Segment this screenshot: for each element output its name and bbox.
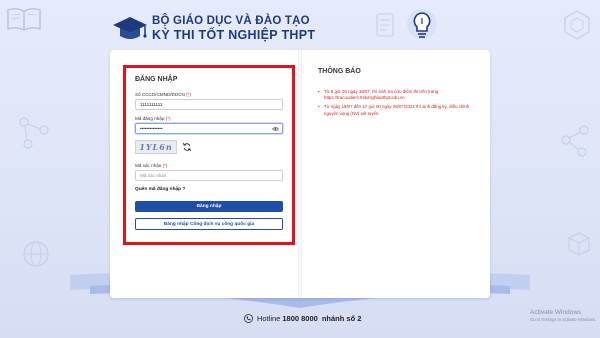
hotline: Hotline 1800 8000 nhánh số 2 — [244, 314, 363, 323]
hotline-suffix: nhánh số 2 — [321, 314, 362, 323]
refresh-icon[interactable] — [182, 142, 192, 152]
molecule-deco-icon — [14, 112, 54, 152]
notice-title: THÔNG BÁO — [318, 68, 361, 75]
exam-title: KỲ THI TỐT NGHIỆP THPT — [152, 28, 316, 43]
book-spine — [298, 50, 302, 298]
notice-panel: THÔNG BÁO Từ 8 giờ 00 ngày 18/07, thí si… — [318, 68, 483, 120]
hotline-number[interactable]: 1800 8000 — [282, 314, 317, 323]
activate-title: Activate Windows — [530, 309, 582, 316]
graduation-cap-icon — [113, 17, 147, 39]
id-number-value: 1111111111 — [140, 102, 163, 107]
login-panel: ĐĂNG NHẬP Số CCCD/CMND/ĐDCN (*) 11111111… — [123, 65, 295, 245]
notice-list: Từ 8 giờ 00 ngày 18/07, thí sinh tra cứu… — [318, 89, 483, 117]
activate-windows-watermark: Activate Windows Go to Settings to activ… — [530, 309, 596, 322]
phone-icon — [244, 314, 253, 323]
captcha-placeholder: Mã xác nhận — [140, 173, 167, 178]
notice-item: Từ 8 giờ 00 ngày 18/07, thí sinh tra cứu… — [318, 89, 483, 101]
captcha-label: Mã xác nhận (*) — [135, 163, 168, 168]
hotline-label: Hotline — [257, 314, 281, 323]
required-mark: (*) — [165, 116, 171, 121]
id-number-input[interactable]: 1111111111 — [135, 99, 283, 110]
login-button[interactable]: Đăng nhập — [135, 201, 283, 212]
ministry-title: BỘ GIÁO DỤC VÀ ĐÀO TẠO — [152, 14, 310, 27]
captcha-row: 1YL6n — [135, 140, 283, 154]
site-header: BỘ GIÁO DỤC VÀ ĐÀO TẠO KỲ THI TỐT NGHIỆP… — [112, 12, 315, 46]
captcha-image: 1YL6n — [135, 140, 177, 154]
activate-subtitle: Go to Settings to activate Windows. — [530, 317, 597, 322]
required-mark: (*) — [162, 163, 168, 168]
gov-portal-login-button[interactable]: Đăng nhập Cổng dịch vụ công quốc gia — [135, 218, 283, 230]
book-deco-icon — [6, 6, 42, 32]
notice-item: Từ ngày 18/07 đến 17 giờ 00 ngày 28/07/2… — [318, 104, 483, 116]
pencil-deco-icon — [372, 8, 402, 42]
password-value: •••••••••••••• — [140, 126, 163, 131]
molecule-right-deco-icon — [556, 120, 596, 160]
password-input[interactable]: •••••••••••••• — [135, 123, 283, 134]
captcha-input[interactable]: Mã xác nhận — [135, 170, 283, 181]
required-mark: (*) — [186, 92, 191, 97]
lightbulb-icon — [400, 4, 444, 48]
hexagon-deco-icon — [560, 8, 594, 42]
password-label: Mã đăng nhập (*) — [135, 116, 171, 121]
globe-deco-icon — [20, 238, 52, 270]
login-title: ĐĂNG NHẬP — [135, 76, 178, 83]
cube-deco-icon — [565, 230, 593, 258]
eye-icon[interactable] — [272, 126, 279, 132]
forgot-password-link[interactable]: Quên mã đăng nhập ? — [135, 187, 283, 192]
id-number-label: Số CCCD/CMND/ĐDCN (*) — [135, 92, 191, 97]
